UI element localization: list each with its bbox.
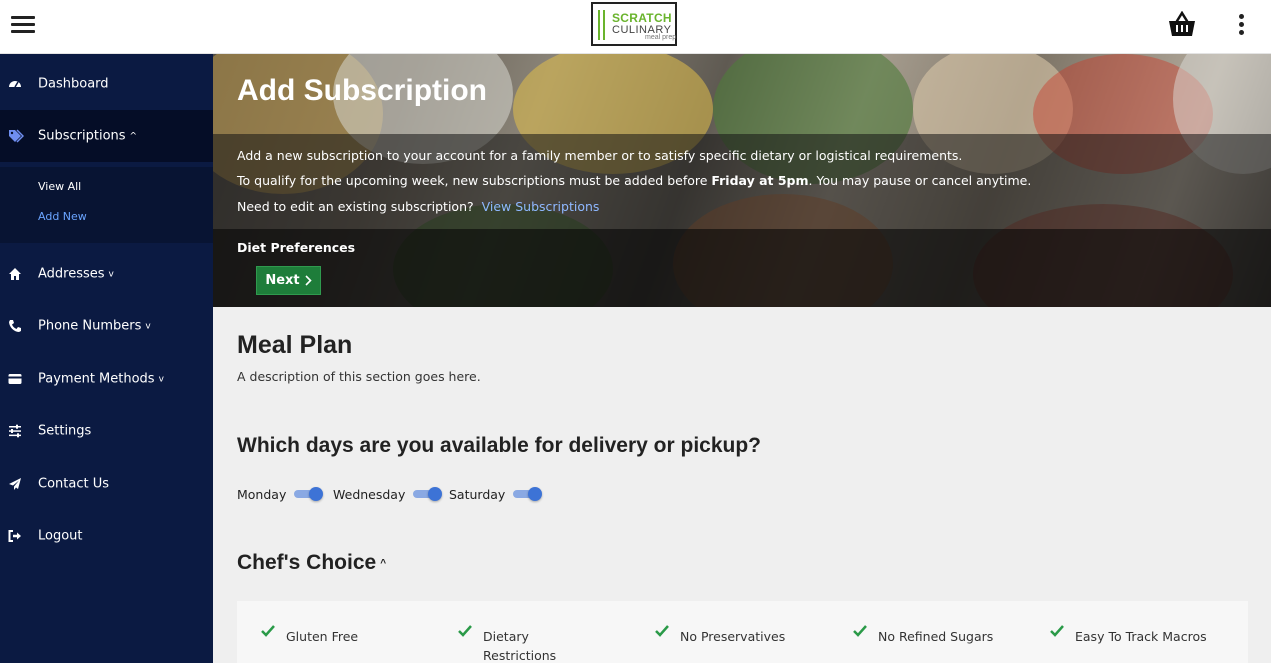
logo-text-scratch: SCRATCH [612, 11, 672, 25]
top-bar: SCRATCH CULINARY meal prep [0, 0, 1271, 54]
submenu-item-view-all[interactable]: View All [38, 180, 81, 193]
sidebar-item-contact-us[interactable]: Contact Us [0, 458, 213, 510]
plan-title: Chef's Choice [237, 551, 377, 574]
sidebar-item-label: Payment Methods [38, 371, 155, 387]
sidebar-item-settings[interactable]: Settings [0, 405, 213, 457]
home-icon [9, 268, 21, 280]
check-icon [261, 625, 275, 637]
toggle-wednesday[interactable]: Wednesday [333, 483, 443, 505]
feature-label: Gluten Free [286, 629, 359, 644]
sidebar-item-logout[interactable]: Logout [0, 510, 213, 562]
logo-text-meal-prep: meal prep [645, 34, 677, 41]
sidebar-item-label: Subscriptions [38, 128, 126, 144]
day-label: Wednesday [333, 486, 406, 502]
check-icon [655, 625, 669, 637]
hero-banner: Add Subscription Add a new subscription … [213, 54, 1271, 307]
sidebar-item-dashboard[interactable]: Dashboard [0, 58, 213, 110]
check-icon [1050, 625, 1064, 637]
chevron-up-icon: ^ [380, 558, 387, 569]
hamburger-menu-icon[interactable] [11, 14, 35, 34]
deadline-text-end: . You may pause or cancel anytime. [808, 173, 1032, 188]
tags-icon [9, 129, 24, 143]
sidebar-item-payment-methods[interactable]: Payment Methods v [0, 353, 213, 405]
toggle-switch[interactable] [513, 487, 543, 501]
check-icon [458, 625, 472, 637]
sidebar-item-label: Settings [38, 423, 92, 439]
dashboard-icon [9, 81, 21, 88]
sidebar-item-label: Dashboard [38, 76, 109, 92]
sidebar-item-label: Phone Numbers [38, 318, 142, 334]
more-options-icon[interactable] [1236, 13, 1248, 37]
sign-out-icon [8, 530, 21, 542]
paper-plane-icon [9, 478, 21, 490]
section-title: Meal Plan [237, 331, 353, 359]
hero-step-overlay [213, 229, 1271, 307]
chevron-down-icon: v [108, 269, 114, 280]
plan-accordion-header[interactable]: Chef's Choice ^ [237, 551, 386, 575]
sidebar-item-label: Logout [38, 528, 83, 544]
next-button-label: Next [265, 273, 300, 288]
day-label: Monday [237, 486, 287, 502]
phone-icon [9, 320, 21, 332]
toggle-switch[interactable] [294, 487, 324, 501]
section-description: A description of this section goes here. [237, 369, 481, 384]
submenu-item-add-new[interactable]: Add New [38, 210, 87, 223]
shopping-basket-icon[interactable] [1168, 11, 1196, 37]
step-label: Diet Preferences [237, 240, 356, 255]
plan-features-card: Gluten Free Dietary Restrictions Accommo… [237, 601, 1248, 663]
chevron-down-icon: v [158, 374, 164, 385]
check-icon [853, 625, 867, 637]
delivery-days-question: Which days are you available for deliver… [237, 434, 762, 457]
chevron-up-icon: ^ [129, 131, 138, 142]
subscriptions-submenu: View All Add New [0, 167, 213, 243]
sidebar-item-label: Addresses [38, 266, 105, 282]
feature-label: Dietary Restrictions Accommodated [483, 629, 557, 663]
sidebar-item-phone-numbers[interactable]: Phone Numbers v [0, 300, 213, 352]
sidebar-item-addresses[interactable]: Addresses v [0, 248, 213, 300]
hero-deadline-text: To qualify for the upcoming week, new su… [237, 173, 1031, 188]
sidebar-item-subscriptions[interactable]: Subscriptions ^ [0, 110, 213, 162]
hero-intro-text: Add a new subscription to your account f… [237, 148, 963, 163]
main-content: Meal Plan A description of this section … [213, 307, 1271, 663]
hero-edit-text: Need to edit an existing subscription? V… [237, 199, 599, 214]
day-label: Saturday [449, 486, 506, 502]
deadline-highlight: Friday at 5pm [711, 173, 809, 188]
credit-card-icon [8, 374, 22, 384]
feature-label: No Preservatives [680, 629, 786, 644]
page-title: Add Subscription [237, 74, 487, 107]
feature-label: No Refined Sugars [878, 629, 994, 644]
view-subscriptions-link[interactable]: View Subscriptions [482, 199, 600, 214]
feature-label: Easy To Track Macros [1075, 629, 1207, 644]
chevron-right-icon [305, 275, 312, 286]
brand-logo[interactable]: SCRATCH CULINARY meal prep [591, 2, 677, 46]
next-button[interactable]: Next [256, 266, 321, 295]
sliders-icon [9, 424, 21, 438]
deadline-text-start: To qualify for the upcoming week, new su… [237, 173, 712, 188]
edit-prompt-text: Need to edit an existing subscription? [237, 199, 474, 214]
chevron-down-icon: v [145, 321, 151, 332]
toggle-switch[interactable] [413, 487, 443, 501]
sidebar-item-label: Contact Us [38, 476, 109, 492]
toggle-monday[interactable]: Monday [237, 483, 324, 505]
toggle-saturday[interactable]: Saturday [449, 483, 543, 505]
fork-knife-icon [598, 10, 605, 40]
sidebar: Dashboard Subscriptions ^ View All Add Ne… [0, 54, 213, 663]
